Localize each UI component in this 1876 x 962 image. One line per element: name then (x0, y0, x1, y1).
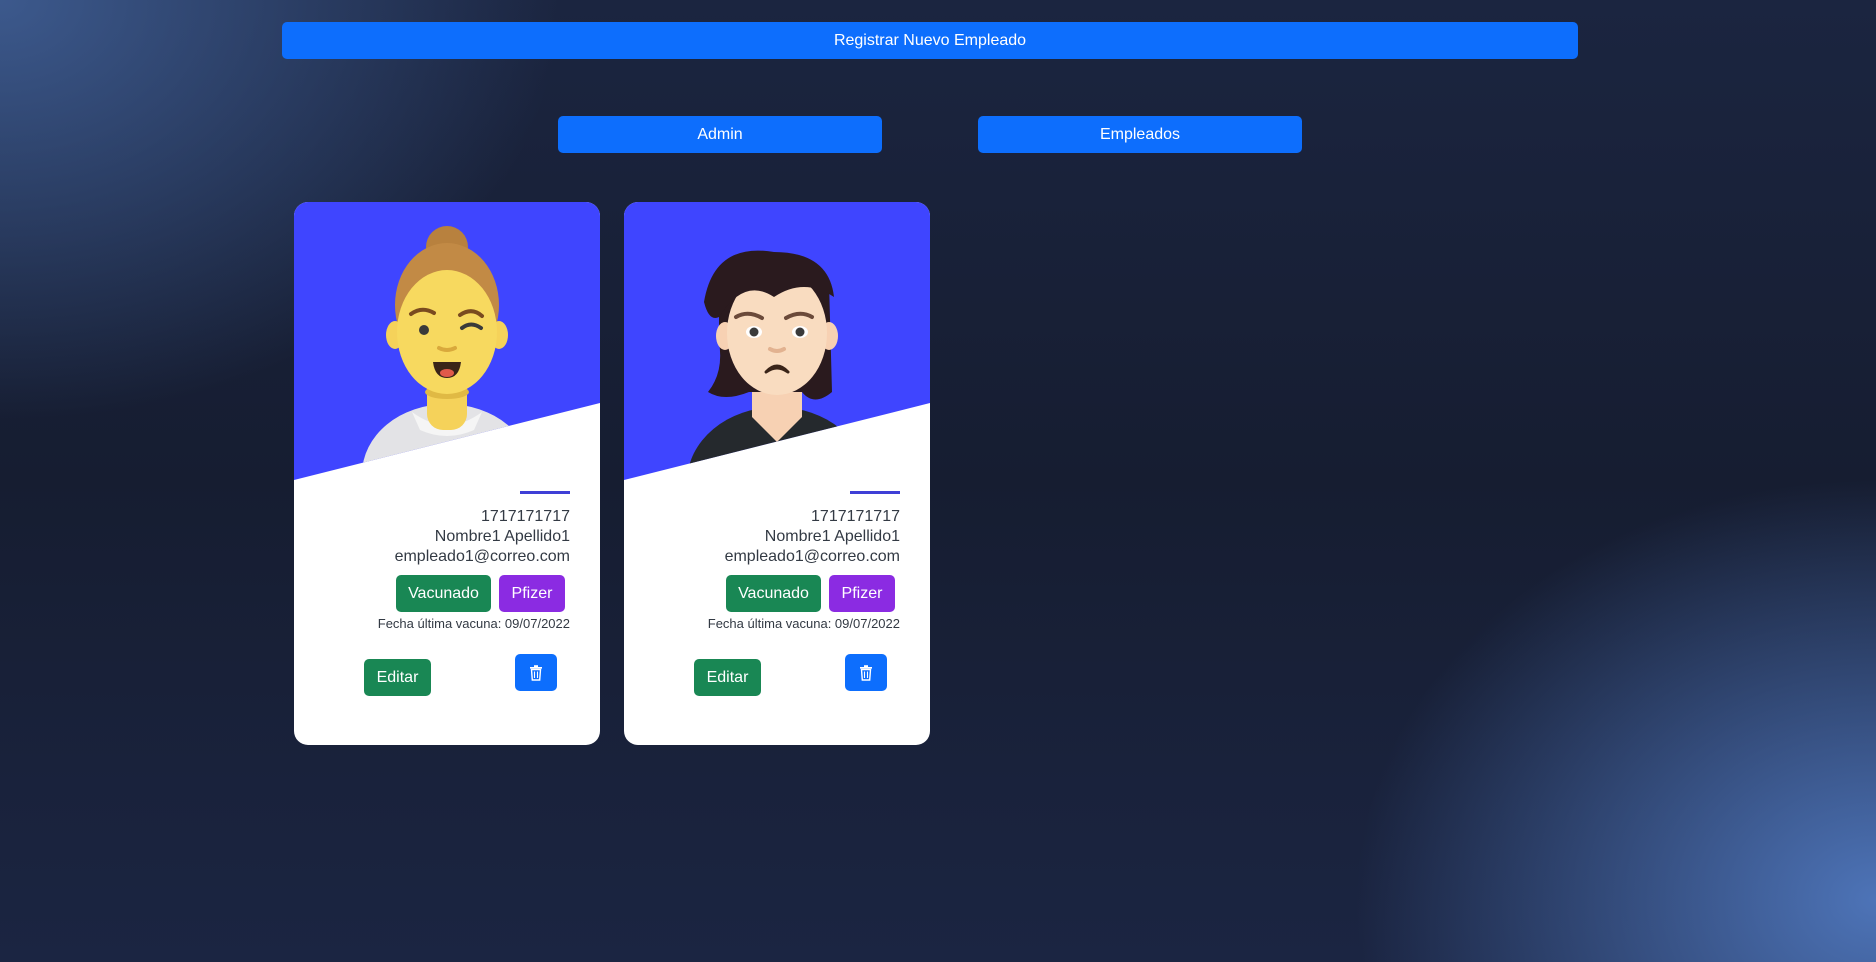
trash-icon (530, 664, 542, 681)
worried-woman-avatar (624, 202, 930, 480)
vaccinated-status-button[interactable]: Vacunado (396, 575, 491, 612)
employee-name: Nombre1 Apellido1 (764, 528, 900, 545)
employees-button[interactable]: Empleados (978, 116, 1302, 153)
last-vaccine-date: Fecha última vacuna: 09/07/2022 (707, 616, 900, 631)
delete-button[interactable] (515, 654, 557, 691)
employee-name: Nombre1 Apellido1 (434, 528, 570, 545)
accent-underline (850, 491, 900, 494)
card-header (294, 202, 600, 482)
last-vaccine-date: Fecha última vacuna: 09/07/2022 (377, 616, 570, 631)
register-employee-button[interactable]: Registrar Nuevo Empleado (282, 22, 1578, 59)
edit-button[interactable]: Editar (364, 659, 431, 696)
card-header (624, 202, 930, 482)
accent-underline (520, 491, 570, 494)
admin-button[interactable]: Admin (558, 116, 882, 153)
edit-button[interactable]: Editar (694, 659, 761, 696)
employee-email: empleado1@correo.com (724, 548, 900, 565)
employee-email: empleado1@correo.com (394, 548, 570, 565)
vaccine-type-button[interactable]: Pfizer (499, 575, 565, 612)
employee-cedula: 1717171717 (481, 508, 570, 525)
trash-icon (860, 664, 872, 681)
employee-card: 1717171717 Nombre1 Apellido1 empleado1@c… (624, 202, 930, 745)
vaccinated-status-button[interactable]: Vacunado (726, 575, 821, 612)
vaccine-type-button[interactable]: Pfizer (829, 575, 895, 612)
delete-button[interactable] (845, 654, 887, 691)
smiling-man-avatar (294, 202, 600, 480)
employee-cedula: 1717171717 (811, 508, 900, 525)
employee-card: 1717171717 Nombre1 Apellido1 empleado1@c… (294, 202, 600, 745)
